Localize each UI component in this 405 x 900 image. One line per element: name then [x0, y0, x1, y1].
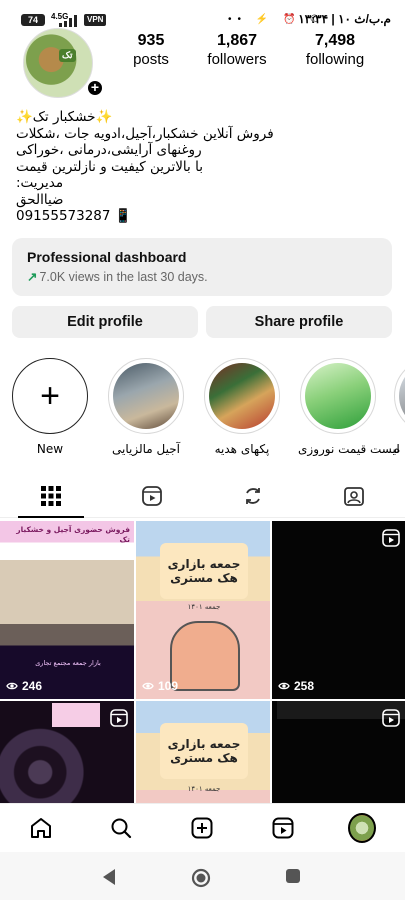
share-profile-button[interactable]: Share profile [206, 306, 392, 338]
create-button[interactable] [188, 814, 216, 842]
stat-posts[interactable]: 935 posts [128, 32, 174, 70]
highlight-item[interactable]: پکهای هدیه [202, 358, 282, 456]
post-overlay-text: جمعه بازاری هک مستری [160, 723, 248, 779]
repost-icon [245, 488, 260, 504]
eye-icon [278, 682, 290, 690]
profile-button[interactable] [348, 813, 376, 843]
post-overlay-text: بازار جمعه مجتمع تجاری [35, 659, 101, 667]
highlight-cover [113, 363, 179, 429]
tagged-icon [343, 487, 364, 506]
post-thumbnail[interactable] [0, 701, 134, 803]
post-thumbnail[interactable]: فروش حضوری آجیل و خشکبار تک بازار جمعه م… [0, 521, 134, 699]
bottom-navigation [0, 803, 405, 851]
highlight-cover [399, 363, 405, 429]
following-label: following [305, 51, 365, 68]
post-overlay-text: جمعه ۱۴۰۱ [187, 603, 221, 611]
eye-icon [142, 682, 154, 690]
highlight-label: New [36, 442, 64, 456]
post-thumbnail[interactable] [272, 701, 405, 803]
avatar-logo-text: تک [59, 49, 76, 62]
post-thumbnail[interactable]: 258 [272, 521, 405, 699]
post-overlay-text: جمعه بازاری هک مستری [160, 543, 248, 599]
following-count: 7,498 [314, 32, 356, 49]
back-icon[interactable] [101, 868, 117, 886]
highlight-cover [305, 363, 371, 429]
dashboard-title: Professional dashboard [27, 249, 187, 265]
bio-line: ضیاالحق [16, 191, 64, 208]
bio-line: فروش آنلاین خشکبار،آجیل،ادویه جات ،شکلات [16, 125, 274, 142]
professional-dashboard[interactable]: Professional dashboard ↗ 7.0K views in th… [12, 238, 392, 296]
bio-phone[interactable]: 09155573287 📱 [16, 208, 346, 225]
clock: ۱۳:۳۴ | ۱۰ م.ب/ث [298, 12, 391, 26]
view-count: 109 [142, 679, 178, 693]
highlight-new[interactable]: + New [10, 358, 90, 456]
reels-icon [141, 486, 162, 506]
reel-icon [382, 709, 400, 727]
view-count: 258 [278, 679, 314, 693]
highlight-label: آجیل مالزیایی [112, 442, 180, 456]
highlight-label: پکهای هدیه [214, 442, 270, 456]
posts-count: 935 [137, 32, 165, 49]
home-circle-icon[interactable] [191, 868, 211, 888]
view-count-value: 258 [294, 679, 315, 693]
reel-icon [382, 529, 400, 547]
tab-reposts[interactable] [202, 474, 303, 518]
highlight-item[interactable]: لیست قیمت نوروزی [298, 358, 400, 456]
recents-icon[interactable] [285, 868, 301, 884]
grid-icon [40, 486, 61, 506]
eye-icon [6, 682, 18, 690]
profile-avatar[interactable]: تک + [23, 28, 104, 98]
home-icon [31, 818, 51, 838]
posts-label: posts [133, 51, 169, 68]
view-count: 246 [6, 679, 42, 693]
highlight-cover [209, 363, 275, 429]
tab-reels[interactable] [101, 474, 202, 518]
profile-tabs [0, 474, 405, 518]
highlight-label: ه [394, 442, 401, 456]
bio-line: ✨خشکبار تک✨ [16, 109, 113, 125]
trend-up-icon: ↗ [27, 270, 38, 284]
edit-profile-button[interactable]: Edit profile [12, 306, 198, 338]
reels-icon [272, 817, 294, 839]
highlight-item[interactable]: ه [394, 358, 405, 456]
bio-line: با بالاترین کیفیت و نازلترین قیمت [16, 158, 203, 175]
highlight-item[interactable]: آجیل مالزیایی [106, 358, 186, 456]
signal-icon [59, 15, 77, 27]
reels-button[interactable] [269, 814, 297, 842]
overlay-tag [52, 703, 100, 727]
bio-line: روغنهای آرایشی،درمانی ،خوراکی [16, 142, 202, 158]
followers-count: 1,867 [216, 32, 258, 49]
followers-label: followers [207, 51, 267, 68]
battery-indicator: 74 [21, 14, 45, 26]
post-overlay-text: جمعه ۱۴۰۱ [187, 785, 221, 793]
add-post-icon [191, 817, 213, 839]
profile-bio: ✨خشکبار تک✨ فروش آنلاین خشکبار،آجیل،ادوی… [16, 109, 346, 225]
plus-icon: + [12, 358, 88, 434]
illustration [170, 621, 240, 691]
view-count-value: 246 [22, 679, 43, 693]
reel-icon [110, 709, 128, 727]
active-tab-indicator [18, 516, 84, 518]
dashboard-subtitle: 7.0K views in the last 30 days. [39, 270, 208, 284]
posts-grid: فروش حضوری آجیل و خشکبار تک بازار جمعه م… [0, 521, 405, 803]
search-button[interactable] [107, 814, 135, 842]
tab-tagged[interactable] [303, 474, 404, 518]
stat-followers[interactable]: 1,867 followers [205, 32, 269, 70]
vpn-badge: VPN [84, 14, 107, 26]
post-thumbnail[interactable]: جمعه بازاری هک مستری جمعه ۱۴۰۱ 109 [136, 521, 270, 699]
highlight-label: لیست قیمت نوروزی [298, 442, 400, 456]
post-overlay-text: فروش حضوری آجیل و خشکبار تک [16, 525, 130, 544]
tab-grid[interactable] [0, 474, 101, 518]
post-thumbnail[interactable]: جمعه بازاری هک مستری جمعه ۱۴۰۱ [136, 701, 270, 803]
bio-line: مدیریت: [16, 175, 64, 191]
view-count-value: 109 [158, 679, 179, 693]
stat-following[interactable]: 7,498 following [303, 32, 367, 70]
add-story-icon[interactable]: + [86, 79, 104, 97]
home-button[interactable] [27, 814, 55, 842]
avatar [348, 813, 376, 843]
search-icon [111, 818, 132, 839]
system-navigation-bar [0, 852, 405, 900]
avatar: تک [23, 28, 93, 98]
